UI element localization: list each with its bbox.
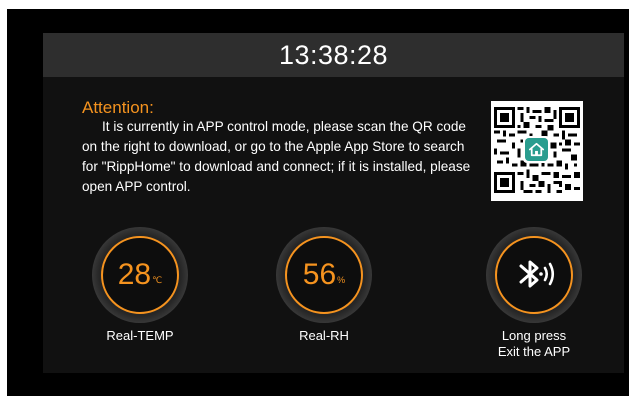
humidity-unit: %	[337, 275, 346, 285]
humidity-label: Real-RH	[299, 328, 349, 343]
exit-app-button[interactable]	[486, 227, 582, 323]
qr-code	[491, 101, 583, 201]
temperature-unit: ℃	[152, 274, 163, 285]
humidity-value: 56	[302, 258, 337, 291]
temperature-gauge-face: 28℃	[101, 236, 179, 314]
attention-message: It is currently in APP control mode, ple…	[82, 119, 471, 194]
attention-title: Attention:	[82, 98, 154, 117]
exit-app-label-line2: Exit the APP	[497, 344, 571, 359]
home-icon	[525, 138, 548, 161]
temperature-label: Real-TEMP	[106, 328, 174, 343]
exit-app-label: Long press Exit the APP	[464, 328, 604, 360]
device-screen: 13:38:28 Attention: It is currently in A…	[43, 33, 624, 373]
bluetooth-icon	[519, 260, 555, 288]
temperature-gauge: 28℃	[92, 227, 188, 323]
qr-center-logo	[523, 136, 550, 163]
status-bar: 13:38:28	[43, 33, 624, 77]
temperature-value: 28	[117, 258, 152, 291]
exit-app-label-line1: Long press	[501, 328, 567, 343]
humidity-gauge-face: 56%	[285, 236, 363, 314]
humidity-gauge: 56%	[276, 227, 372, 323]
clock-time: 13:38:28	[278, 40, 389, 70]
